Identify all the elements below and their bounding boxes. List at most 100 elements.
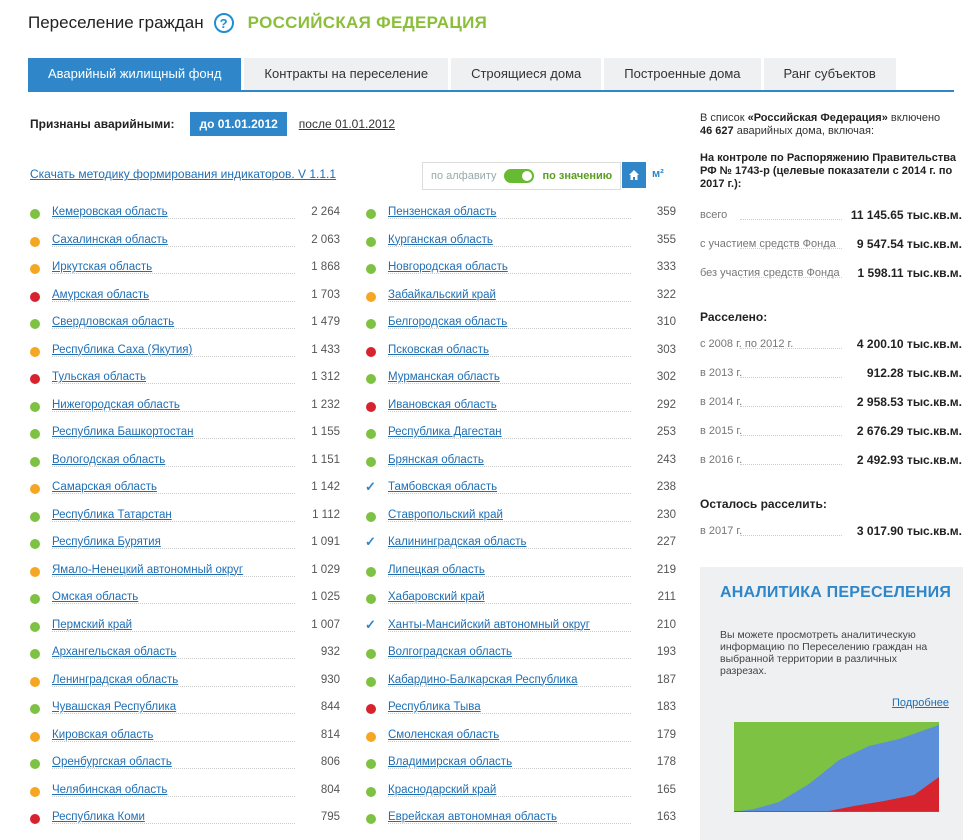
region-name[interactable]: Амурская область — [52, 289, 149, 301]
region-row[interactable]: ✓ Тамбовская область 238 — [365, 479, 676, 508]
home-icon[interactable] — [622, 162, 646, 188]
region-name[interactable]: Хабаровский край — [388, 591, 485, 603]
region-name[interactable]: Ставропольский край — [388, 509, 503, 521]
region-name[interactable]: Самарская область — [52, 481, 157, 493]
region-row[interactable]: Самарская область 1 142 — [30, 480, 340, 508]
region-row[interactable]: Ленинградская область 930 — [30, 673, 340, 701]
download-methodology-link[interactable]: Скачать методику формирования индикаторо… — [30, 167, 336, 181]
before-2012-button[interactable]: до 01.01.2012 — [190, 112, 287, 136]
region-name[interactable]: Забайкальский край — [388, 289, 496, 301]
region-row[interactable]: Нижегородская область 1 232 — [30, 398, 340, 426]
region-row[interactable]: Липецкая область 219 — [366, 563, 676, 591]
region-row[interactable]: Архангельская область 932 — [30, 645, 340, 673]
region-row[interactable]: Новгородская область 333 — [366, 260, 676, 288]
region-name[interactable]: Ивановская область — [388, 399, 497, 411]
region-name[interactable]: Краснодарский край — [388, 784, 496, 796]
region-name[interactable]: Кировская область — [52, 729, 153, 741]
region-row[interactable]: Кемеровская область 2 264 — [30, 205, 340, 233]
region-name[interactable]: Тамбовская область — [388, 481, 497, 493]
tab-emergency-housing[interactable]: Аварийный жилищный фонд — [28, 58, 242, 90]
region-row[interactable]: ✓ Калининградская область 227 — [365, 534, 676, 563]
region-name[interactable]: Смоленская область — [388, 729, 499, 741]
analytics-more-link[interactable]: Подробнее — [892, 697, 949, 709]
region-row[interactable]: Кабардино-Балкарская Республика 187 — [366, 673, 676, 701]
region-row[interactable]: Республика Тыва 183 — [366, 700, 676, 728]
region-name[interactable]: Тульская область — [52, 371, 146, 383]
region-name[interactable]: Кабардино-Балкарская Республика — [388, 674, 578, 686]
region-row[interactable]: Волгоградская область 193 — [366, 645, 676, 673]
region-name[interactable]: Нижегородская область — [52, 399, 180, 411]
region-name[interactable]: Калининградская область — [388, 536, 526, 548]
region-row[interactable]: Омская область 1 025 — [30, 590, 340, 618]
region-name[interactable]: Омская область — [52, 591, 138, 603]
region-name[interactable]: Курганская область — [388, 234, 493, 246]
region-row[interactable]: Еврейская автономная область 163 — [366, 810, 676, 838]
tab-built-houses[interactable]: Построенные дома — [604, 58, 761, 90]
region-name[interactable]: Пермский край — [52, 619, 132, 631]
region-row[interactable]: Республика Саха (Якутия) 1 433 — [30, 343, 340, 371]
region-row[interactable]: ✓ Ханты-Мансийский автономный округ 210 — [365, 617, 676, 646]
region-row[interactable]: Свердловская область 1 479 — [30, 315, 340, 343]
after-2012-link[interactable]: после 01.01.2012 — [299, 117, 395, 131]
region-row[interactable]: Брянская область 243 — [366, 453, 676, 481]
region-row[interactable]: Ямало-Ненецкий автономный округ 1 029 — [30, 563, 340, 591]
region-name[interactable]: Брянская область — [388, 454, 484, 466]
region-row[interactable]: Белгородская область 310 — [366, 315, 676, 343]
region-row[interactable]: Забайкальский край 322 — [366, 288, 676, 316]
region-row[interactable]: Амурская область 1 703 — [30, 288, 340, 316]
region-name[interactable]: Республика Бурятия — [52, 536, 161, 548]
region-name[interactable]: Кемеровская область — [52, 206, 168, 218]
region-name[interactable]: Волгоградская область — [388, 646, 512, 658]
region-row[interactable]: Чувашская Республика 844 — [30, 700, 340, 728]
region-row[interactable]: Псковская область 303 — [366, 343, 676, 371]
region-name[interactable]: Псковская область — [388, 344, 489, 356]
region-row[interactable]: Пермский край 1 007 — [30, 618, 340, 646]
region-row[interactable]: Смоленская область 179 — [366, 728, 676, 756]
help-icon[interactable]: ? — [213, 13, 234, 33]
region-name[interactable]: Архангельская область — [52, 646, 176, 658]
region-name[interactable]: Ханты-Мансийский автономный округ — [388, 619, 590, 631]
region-row[interactable]: Сахалинская область 2 063 — [30, 233, 340, 261]
region-row[interactable]: Хабаровский край 211 — [366, 590, 676, 618]
analytics-area-chart[interactable] — [734, 722, 939, 812]
sort-toggle[interactable] — [504, 169, 535, 183]
region-name[interactable]: Чувашская Республика — [52, 701, 176, 713]
sort-alpha-option[interactable]: по алфавиту — [423, 170, 504, 182]
region-row[interactable]: Республика Коми 795 — [30, 810, 340, 838]
region-row[interactable]: Республика Дагестан 253 — [366, 425, 676, 453]
region-name[interactable]: Республика Саха (Якутия) — [52, 344, 192, 356]
region-name[interactable]: Липецкая область — [388, 564, 485, 576]
region-row[interactable]: Челябинская область 804 — [30, 783, 340, 811]
region-row[interactable]: Иркутская область 1 868 — [30, 260, 340, 288]
region-row[interactable]: Кировская область 814 — [30, 728, 340, 756]
region-name[interactable]: Республика Башкортостан — [52, 426, 194, 438]
region-row[interactable]: Республика Бурятия 1 091 — [30, 535, 340, 563]
region-name[interactable]: Республика Дагестан — [388, 426, 502, 438]
region-row[interactable]: Республика Татарстан 1 112 — [30, 508, 340, 536]
tab-ranking[interactable]: Ранг субъектов — [763, 58, 896, 90]
region-name[interactable]: Республика Татарстан — [52, 509, 172, 521]
region-name[interactable]: Вологодская область — [52, 454, 165, 466]
region-name[interactable]: Оренбургская область — [52, 756, 172, 768]
region-name[interactable]: Сахалинская область — [52, 234, 168, 246]
region-name[interactable]: Владимирская область — [388, 756, 512, 768]
region-row[interactable]: Пензенская область 359 — [366, 205, 676, 233]
region-row[interactable]: Курганская область 355 — [366, 233, 676, 261]
region-name[interactable]: Республика Коми — [52, 811, 145, 823]
region-row[interactable]: Владимирская область 178 — [366, 755, 676, 783]
tab-contracts[interactable]: Контракты на переселение — [244, 58, 449, 90]
sort-value-option[interactable]: по значению — [534, 170, 620, 182]
unit-m2-toggle[interactable]: м² — [652, 168, 664, 180]
region-row[interactable]: Мурманская область 302 — [366, 370, 676, 398]
tab-under-construction[interactable]: Строящиеся дома — [451, 58, 602, 90]
region-name[interactable]: Челябинская область — [52, 784, 167, 796]
region-row[interactable]: Тульская область 1 312 — [30, 370, 340, 398]
region-name[interactable]: Республика Тыва — [388, 701, 481, 713]
region-name[interactable]: Белгородская область — [388, 316, 507, 328]
region-name[interactable]: Ямало-Ненецкий автономный округ — [52, 564, 243, 576]
region-name[interactable]: Пензенская область — [388, 206, 496, 218]
region-name[interactable]: Иркутская область — [52, 261, 152, 273]
region-row[interactable]: Оренбургская область 806 — [30, 755, 340, 783]
region-name[interactable]: Мурманская область — [388, 371, 500, 383]
region-row[interactable]: Ставропольский край 230 — [366, 508, 676, 536]
